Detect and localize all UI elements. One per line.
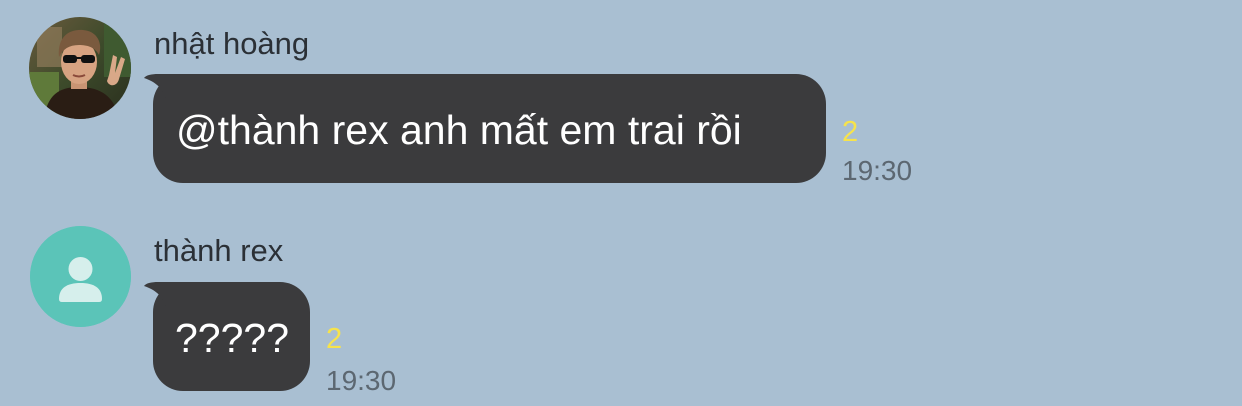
- sender-name: thành rex: [154, 233, 284, 268]
- sender-name: nhật hoàng: [154, 26, 310, 61]
- message-row: nhật hoàng @thành rex anh mất em trai rồ…: [0, 0, 1242, 200]
- timestamp: 19:30: [842, 155, 913, 186]
- message-bubble[interactable]: @thành rex anh mất em trai rồi: [144, 74, 826, 183]
- message-text: @thành rex anh mất em trai rồi: [176, 107, 742, 153]
- avatar[interactable]: [30, 226, 131, 327]
- user-silhouette-icon: [30, 226, 131, 327]
- message-bubble[interactable]: ?????: [144, 282, 310, 391]
- unread-count: 2: [326, 323, 343, 355]
- user-photo-icon: [29, 17, 131, 119]
- message-row: thành rex ????? 2 19:30: [0, 200, 1242, 406]
- message-text: ?????: [175, 315, 290, 361]
- unread-count: 2: [842, 116, 859, 148]
- avatar[interactable]: [29, 17, 131, 119]
- timestamp: 19:30: [326, 365, 397, 396]
